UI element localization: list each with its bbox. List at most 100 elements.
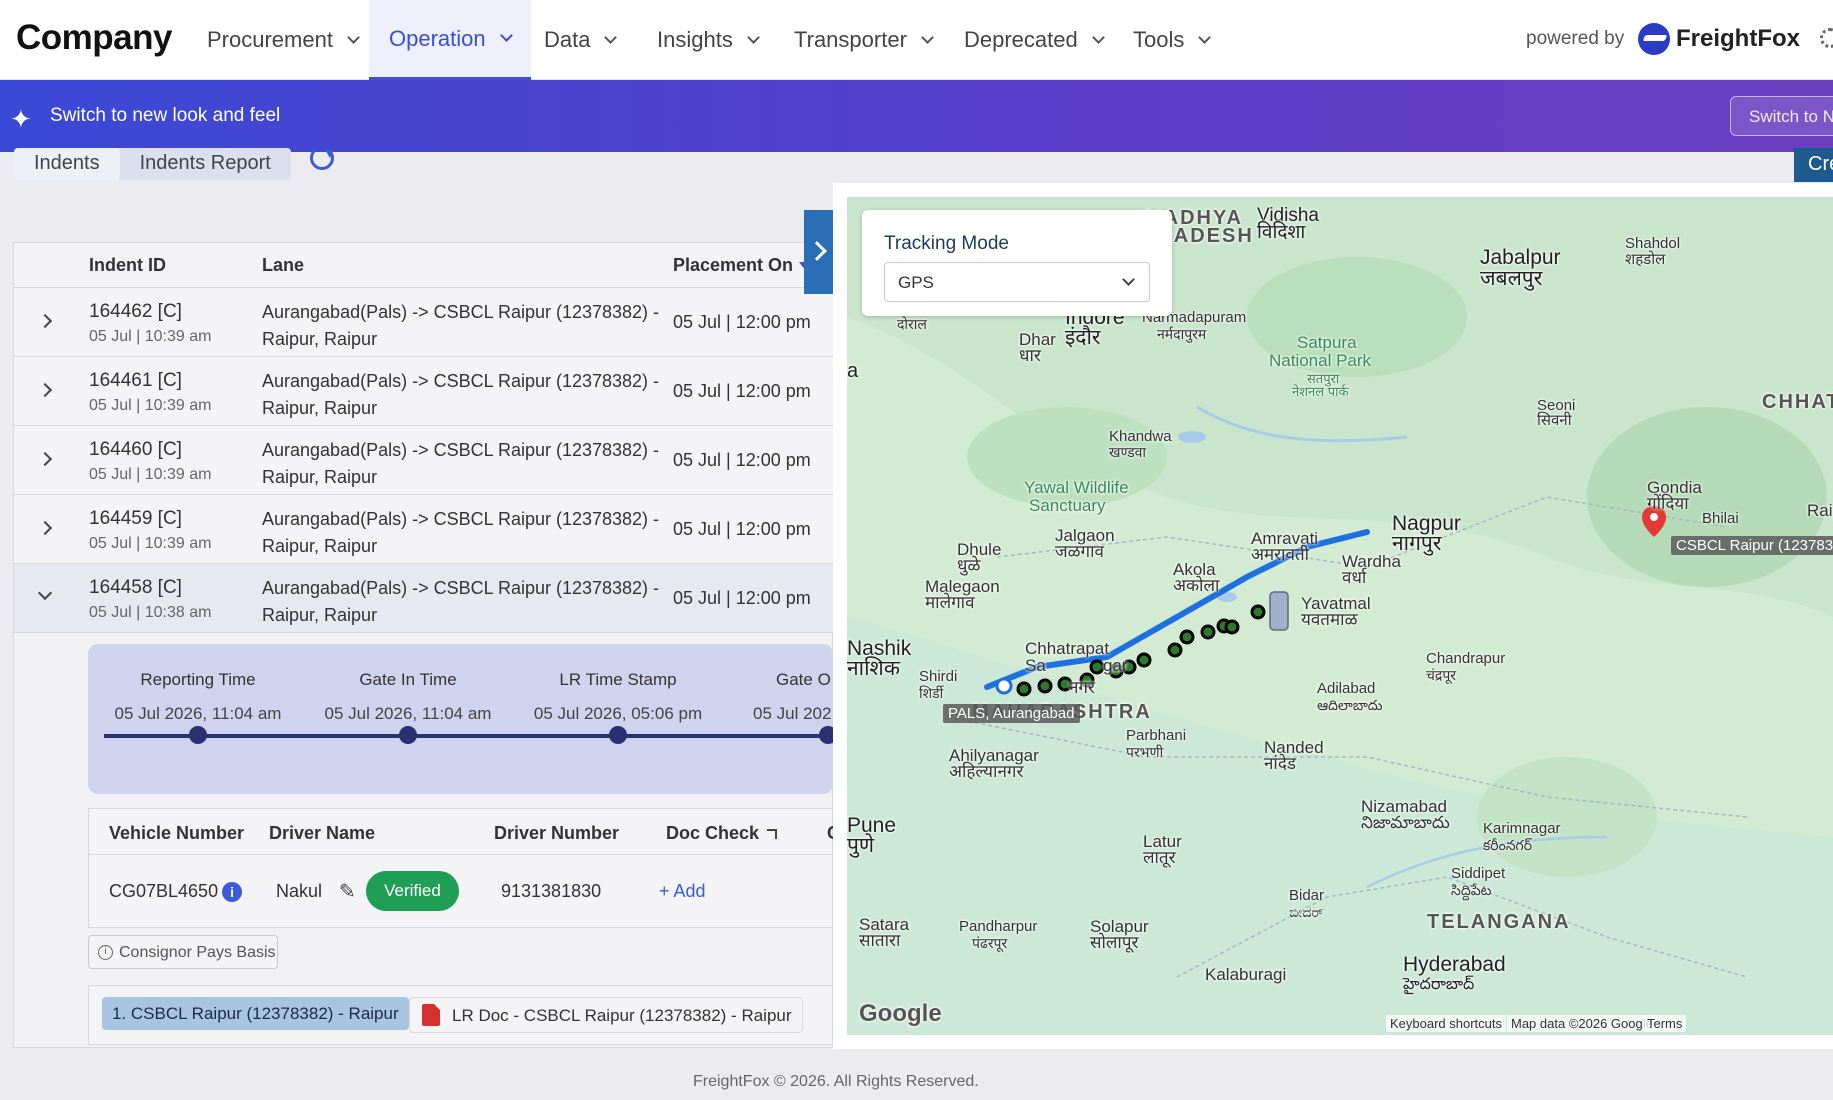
map-label: जबलपुर [1480,267,1543,290]
header-lane[interactable]: Lane [262,255,304,276]
map-label: CHHAT [1762,391,1833,413]
pdf-icon [422,1004,440,1026]
tracking-mode-select[interactable]: GPS [884,262,1150,302]
header-doc-check[interactable]: Doc Check [666,823,778,844]
create-button[interactable]: Cre [1794,148,1833,182]
chevron-down-icon [1198,30,1212,44]
chevron-right-icon[interactable] [37,313,53,329]
external-link-icon[interactable] [767,829,778,839]
chevron-right-icon[interactable] [37,520,53,536]
map-label: पंढरपूर [972,935,1008,951]
table-row[interactable]: 164460 [C] 05 Jul | 10:39 am Aurangabad(… [14,426,834,495]
header-indent-id[interactable]: Indent ID [89,255,166,276]
indent-created: 05 Jul | 10:38 am [89,604,212,621]
timeline-date: 05 Jul 202 [753,704,832,723]
nav-deprecated[interactable]: Deprecated [964,0,1105,80]
map-label: अहिल्यानगर [949,762,1024,781]
header-label: Doc Check [666,823,760,843]
indent-id: 164459 [C] [89,508,182,529]
chevron-down-icon[interactable] [37,585,53,601]
gear-icon[interactable] [1820,28,1833,48]
nav-operation[interactable]: Operation [369,0,531,80]
nav-label: Data [544,27,591,52]
nav-insights[interactable]: Insights [657,0,760,80]
map-label: National Park [1269,351,1372,370]
table-row[interactable]: 164459 [C] 05 Jul | 10:39 am Aurangabad(… [14,495,834,564]
pencil-icon[interactable]: ✎ [339,879,356,904]
indent-created: 05 Jul | 10:39 am [89,466,212,483]
destination-chip[interactable]: 1. CSBCL Raipur (12378382) - Raipur [102,997,409,1030]
map-data-attribution: Map data ©2026 Google [1507,1015,1657,1032]
indent-lane: Aurangabad(Pals) -> CSBCL Raipur (123783… [262,578,660,625]
map-label: Nashik [847,637,912,660]
nav-data[interactable]: Data [544,0,618,80]
banner-text: Switch to new look and feel [50,105,281,126]
chevron-right-icon[interactable] [37,382,53,398]
nav-transporter[interactable]: Transporter [794,0,934,80]
table-row-expanded[interactable]: 164458 [C] 05 Jul | 10:38 am Aurangabad(… [14,564,834,633]
timeline-date: 05 Jul 2026, 11:04 am [114,704,282,723]
freightfox-logo-icon [1638,23,1670,55]
map-label: Raipu [1807,501,1833,520]
tab-indents[interactable]: Indents [14,148,120,180]
terms-link[interactable]: Terms [1643,1015,1687,1032]
lr-doc-label: LR Doc - CSBCL Raipur (12378382) - Raipu… [452,1006,792,1025]
lr-doc-chip[interactable]: LR Doc - CSBCL Raipur (12378382) - Raipu… [409,997,803,1033]
map-label: Kalaburagi [1205,965,1287,984]
chevron-down-icon [347,30,360,44]
header-placement-on[interactable]: Placement On [673,255,814,276]
switch-new-look-button[interactable]: Switch to N [1730,96,1833,136]
nav-procurement[interactable]: Procurement [207,0,360,80]
nav-label: Deprecated [964,27,1078,52]
chevron-right-icon[interactable] [37,451,53,467]
destination-marker-label: CSBCL Raipur (123783 [1671,536,1833,555]
tracking-map[interactable]: MADHYA PRADESH Vidisha विदिशा Jabalpur ज… [847,197,1833,1035]
refresh-icon[interactable] [310,146,334,170]
info-icon[interactable]: i [222,882,243,903]
status-timeline: Reporting Time 05 Jul 2026, 11:04 am Gate… [88,644,837,794]
timeline-dot [609,726,627,744]
map-label: नाशिक [847,657,900,680]
header-driver-number: Driver Number [494,823,620,843]
table-row[interactable]: 164461 [C] 05 Jul | 10:39 am Aurangabad(… [14,357,834,426]
indent-placement: 05 Jul | 12:00 pm [673,519,811,539]
copyright: FreightFox © 2026. All Rights Reserved. [693,1073,979,1090]
map-label: धार [1019,346,1041,365]
header-vehicle-number: Vehicle Number [109,823,245,843]
map-label: धुळे [957,556,981,575]
chevron-down-icon [604,30,618,44]
consignor-text: Consignor Pays Basis [119,944,276,961]
map-label: Satpura [1297,333,1357,352]
nav-label: Operation [389,25,486,51]
nav-tools[interactable]: Tools [1133,0,1212,80]
map-label: ఆదిలాబాదు [1317,697,1383,713]
map-label: నిజామాబాదు [1361,813,1450,832]
timeline-step: Reporting Time 05 Jul 2026, 11:04 am [98,670,298,724]
table-row[interactable]: 164462 [C] 05 Jul | 10:39 am Aurangabad(… [14,288,834,357]
map-label: अकोला [1173,576,1220,595]
indent-placement: 05 Jul | 12:00 pm [673,450,811,470]
verified-badge: Verified [366,871,459,911]
map-label: जळगाव [1055,542,1104,561]
table-header: Indent ID Lane Placement On [14,243,834,288]
chevron-down-icon [746,30,760,44]
map-label: लातूर [1143,848,1176,867]
timeline-dot [399,726,417,744]
timeline-label: Gate In Time [359,670,457,689]
map-label: परभणी [1126,744,1164,760]
keyboard-shortcuts-link[interactable]: Keyboard shortcuts [1386,1015,1507,1032]
vehicle-number: CG07BL4650 i [109,881,243,903]
collapse-map-button[interactable] [804,210,834,294]
indent-placement: 05 Jul | 12:00 pm [673,588,811,608]
map-label: पुणे [847,834,875,857]
map-label: Hyderabad [1403,953,1506,976]
map-label: सातारा [859,931,901,950]
map-label: a [847,360,859,382]
add-doc-link[interactable]: + Add [659,881,706,902]
nav-label: Transporter [794,27,907,52]
brand-logo[interactable]: Company [16,18,172,58]
tab-indents-report[interactable]: Indents Report [120,148,291,180]
vehicle-table: Vehicle Number Driver Name Driver Number… [88,808,840,928]
info-circle-icon: i [98,945,113,960]
map-label: TELANGANA [1427,911,1571,933]
